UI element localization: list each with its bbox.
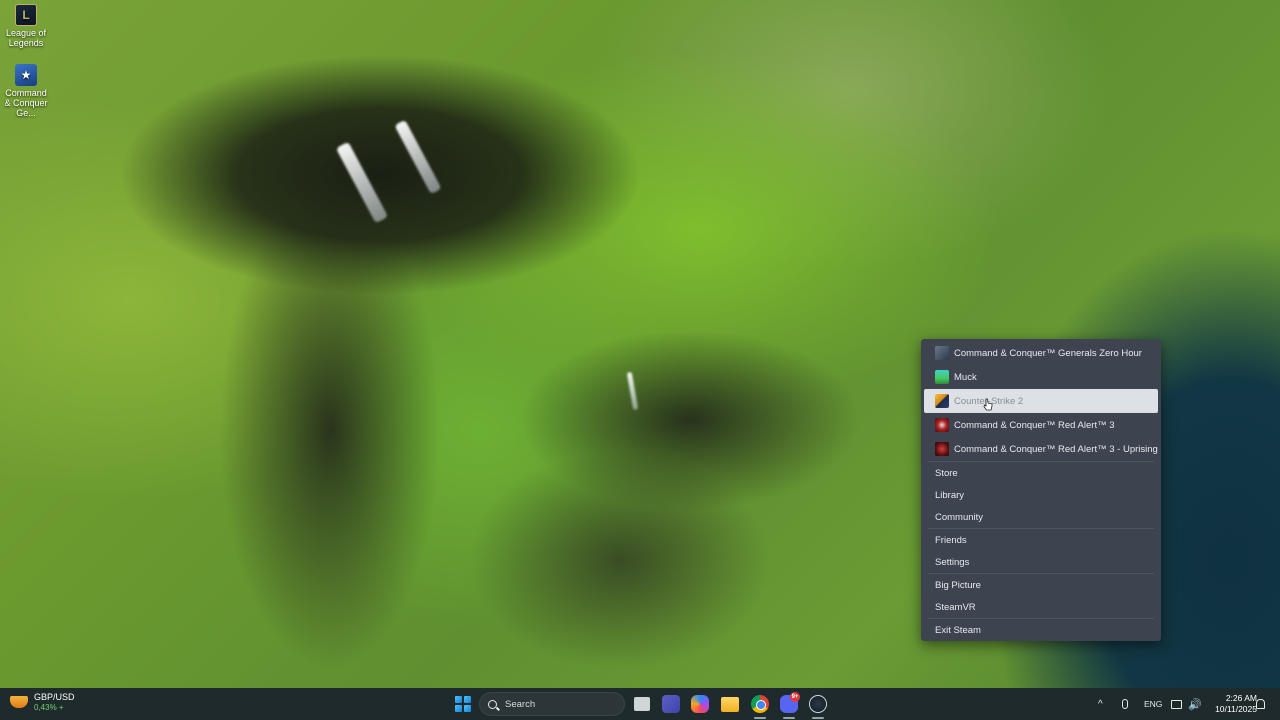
desktop-icon-command-and-conquer[interactable]: ★ Command & Conquer Ge... — [2, 64, 50, 118]
desktop-icon-label: League of Legends — [5, 28, 47, 48]
red-alert-3-uprising-icon — [935, 442, 949, 456]
microphone-icon[interactable] — [1122, 688, 1128, 720]
notification-bell-icon[interactable] — [1256, 688, 1265, 720]
menu-game-label: Command & Conquer™ Red Alert™ 3 - Uprisi… — [954, 443, 1158, 455]
clock-date: 10/11/2025 — [1215, 704, 1257, 714]
discord-notification-badge: 9+ — [790, 692, 800, 702]
task-view-icon[interactable] — [634, 697, 650, 711]
stocks-widget[interactable]: GBP/USD 0,43% + — [10, 692, 75, 712]
desktop-icon-league-of-legends[interactable]: L League of Legends — [2, 4, 50, 48]
menu-game-muck[interactable]: Muck — [924, 365, 1158, 389]
desktop-icon-label: Command & Conquer Ge... — [4, 88, 48, 118]
wallpaper-waterfall — [626, 371, 639, 411]
menu-item-exit-steam[interactable]: Exit Steam — [924, 619, 1158, 641]
menu-game-cnc-zero-hour[interactable]: Command & Conquer™ Generals Zero Hour — [924, 341, 1158, 365]
input-language-indicator[interactable]: ENG — [1144, 688, 1162, 720]
bell-shape — [1256, 699, 1265, 709]
menu-game-label: Command & Conquer™ Generals Zero Hour — [954, 347, 1142, 359]
microphone-shape — [1122, 699, 1128, 709]
stocks-widget-title: GBP/USD — [34, 692, 75, 702]
menu-item-friends[interactable]: Friends — [924, 529, 1158, 551]
windows-logo-icon — [464, 705, 471, 712]
file-explorer-icon[interactable] — [721, 697, 739, 712]
menu-game-label: Muck — [954, 371, 977, 383]
wallpaper-waterfall — [335, 141, 389, 224]
network-shape — [1171, 699, 1182, 709]
menu-item-steamvr[interactable]: SteamVR — [924, 596, 1158, 618]
teams-chat-icon[interactable] — [662, 695, 680, 713]
menu-item-library[interactable]: Library — [924, 484, 1158, 506]
menu-item-community[interactable]: Community — [924, 506, 1158, 528]
menu-item-settings[interactable]: Settings — [924, 551, 1158, 573]
stocks-widget-value: 0,43% + — [34, 703, 64, 712]
taskbar-search[interactable]: Search — [479, 692, 625, 716]
red-alert-3-icon — [935, 418, 949, 432]
league-of-legends-icon: L — [15, 4, 37, 26]
active-indicator — [754, 717, 766, 719]
command-and-conquer-icon: ★ — [15, 64, 37, 86]
menu-game-label: Command & Conquer™ Red Alert™ 3 — [954, 419, 1115, 431]
windows-logo-icon — [455, 705, 462, 712]
menu-game-red-alert-3[interactable]: Command & Conquer™ Red Alert™ 3 — [924, 413, 1158, 437]
active-indicator — [783, 717, 795, 719]
volume-icon[interactable]: 🔊 — [1188, 688, 1202, 720]
active-indicator — [812, 717, 824, 719]
muck-icon — [935, 370, 949, 384]
steam-icon[interactable] — [809, 695, 827, 713]
menu-item-big-picture[interactable]: Big Picture — [924, 574, 1158, 596]
stocks-icon — [10, 696, 28, 708]
chrome-icon[interactable] — [751, 695, 769, 713]
copilot-icon[interactable] — [691, 695, 709, 713]
steam-context-menu: Command & Conquer™ Generals Zero Hour Mu… — [921, 339, 1161, 641]
search-placeholder: Search — [505, 698, 536, 710]
show-hidden-icons-chevron-icon[interactable]: ^ — [1098, 688, 1103, 720]
menu-game-counter-strike-2[interactable]: Counter-Strike 2 — [924, 389, 1158, 413]
counter-strike-2-icon — [935, 394, 949, 408]
system-clock[interactable]: 2:26 AM 10/11/2025 — [1205, 693, 1257, 715]
menu-game-red-alert-3-uprising[interactable]: Command & Conquer™ Red Alert™ 3 - Uprisi… — [924, 437, 1158, 461]
taskbar: GBP/USD 0,43% + Search 9+ ^ ENG 🔊 2:26 A… — [0, 688, 1280, 720]
search-icon — [488, 699, 497, 709]
windows-logo-icon — [464, 696, 471, 703]
clock-time: 2:26 AM — [1225, 693, 1257, 703]
windows-logo-icon — [455, 696, 462, 703]
stocks-widget-text: GBP/USD 0,43% + — [34, 692, 75, 712]
hand-cursor-icon — [983, 398, 993, 411]
start-button[interactable] — [455, 696, 471, 712]
menu-item-store[interactable]: Store — [924, 462, 1158, 484]
wallpaper-waterfall — [394, 119, 442, 195]
network-icon[interactable] — [1171, 688, 1182, 720]
cnc-zero-hour-icon — [935, 346, 949, 360]
